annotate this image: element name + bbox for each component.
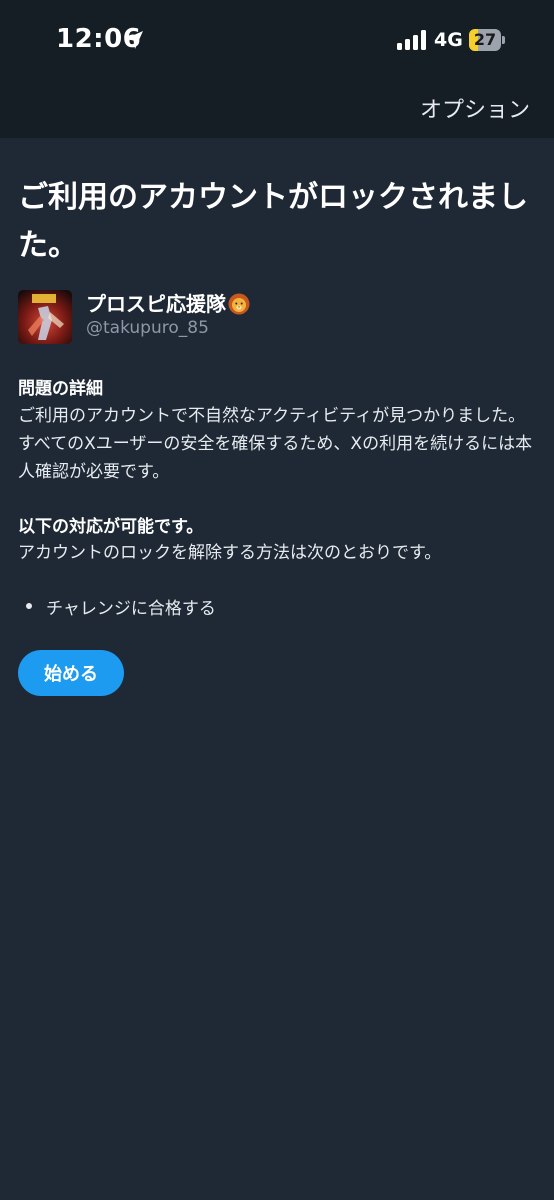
problem-description: ご利用のアカウントで不自然なアクティビティが見つかりました。すべてのXユーザーの… [18, 406, 533, 482]
lock-screen: 12:06 4G 27 オプション ご利用のアカウントがロックされました。 プロ… [0, 0, 554, 1200]
bullet-icon [26, 603, 32, 609]
network-type: 4G [434, 29, 463, 51]
battery-icon: 27 [469, 29, 505, 51]
list-item: チャレンジに合格する [26, 594, 526, 619]
actions-description: アカウントのロックを解除する方法は次のとおりです。 [18, 543, 442, 563]
actions-heading: 以下の対応が可能です。 [18, 517, 204, 537]
top-bar: 12:06 4G 27 オプション [0, 0, 554, 138]
lion-face-icon [228, 293, 250, 315]
start-button[interactable]: 始める [18, 650, 124, 696]
cellular-signal-icon [397, 30, 426, 50]
options-button[interactable]: オプション [420, 92, 530, 124]
battery-percent: 27 [473, 30, 497, 49]
page-title: ご利用のアカウントがロックされました。 [18, 180, 528, 263]
username: @takupuro_85 [86, 318, 209, 338]
display-name-text: プロスピ応援隊 [86, 292, 226, 316]
location-arrow-icon [125, 31, 143, 49]
list-item-label: チャレンジに合格する [46, 599, 216, 619]
display-name: プロスピ応援隊 [86, 288, 250, 317]
account-card: プロスピ応援隊 @takupuro_85 [18, 290, 536, 346]
problem-heading: 問題の詳細 [18, 379, 103, 399]
avatar [18, 290, 72, 344]
